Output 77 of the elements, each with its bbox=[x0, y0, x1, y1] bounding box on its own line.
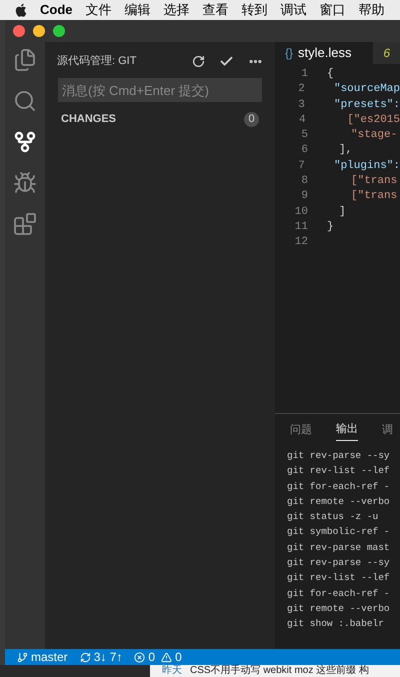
code-line: ], bbox=[339, 143, 352, 158]
line-number: 1 bbox=[300, 67, 308, 82]
output-line: git for-each-ref - bbox=[287, 586, 391, 601]
code-line: ["trans bbox=[351, 174, 398, 190]
panel-tab[interactable]: 输出 bbox=[336, 421, 358, 441]
error-icon bbox=[134, 652, 146, 662]
output-line: git rev-parse --sy bbox=[287, 556, 391, 570]
minimize-button[interactable] bbox=[33, 25, 45, 37]
tab-label: style.less bbox=[298, 44, 352, 62]
search-icon[interactable] bbox=[13, 89, 37, 113]
line-number: 2 bbox=[297, 82, 305, 98]
line-number: 12 bbox=[294, 235, 308, 250]
warning-count[interactable]: 0 bbox=[175, 648, 182, 666]
branch-name[interactable]: master bbox=[31, 648, 68, 666]
panel-tab[interactable]: 调 bbox=[382, 422, 393, 440]
line-number: 8 bbox=[300, 174, 308, 190]
bug-icon[interactable] bbox=[13, 171, 37, 195]
app-menu[interactable]: Code bbox=[40, 0, 72, 20]
refresh-icon[interactable] bbox=[192, 54, 205, 68]
count-badge: 0 bbox=[244, 112, 259, 126]
menu-item[interactable]: 转到 bbox=[242, 0, 268, 20]
output-line: git rev-parse mast bbox=[287, 540, 391, 555]
panel-tab[interactable]: 问题 bbox=[290, 422, 312, 440]
menu-item[interactable]: 窗口 bbox=[320, 0, 346, 20]
commit-message-field[interactable]: 消息(按 Cmd+Enter 提交) bbox=[58, 78, 262, 102]
date-label: 昨天 bbox=[162, 665, 182, 677]
changes-section-header[interactable]: CHANGES bbox=[61, 110, 244, 128]
line-number: 7 bbox=[297, 158, 305, 174]
code-line: "presets": bbox=[334, 98, 400, 113]
line-number: 6 bbox=[300, 143, 308, 158]
editor-tab[interactable]: {} style.less bbox=[275, 42, 374, 64]
code-editor[interactable]: 1 { 2 "sourceMap 3 "presets": 4 ["es2015 5 "stage- 6 ], 7 "plugins": 8 ["trans 9 ["trans 10 ] 11 } 12 bbox=[275, 64, 400, 413]
output-line: git rev-parse --sy bbox=[287, 449, 391, 463]
article-title: CSS不用手动写 webkit moz 这些前缀 构 bbox=[190, 665, 369, 677]
output-line: git remote --verbo bbox=[287, 494, 391, 509]
output-line: git show :.babelr bbox=[287, 617, 385, 632]
branch-icon bbox=[17, 652, 28, 662]
code-line: "stage- bbox=[351, 128, 398, 144]
menu-item[interactable]: 查看 bbox=[202, 0, 228, 20]
output-line: git rev-list --lef bbox=[287, 464, 391, 478]
sync-status[interactable]: 3↓ 7↑ bbox=[94, 648, 122, 666]
error-count[interactable]: 0 bbox=[148, 648, 156, 666]
zoom-button[interactable] bbox=[53, 25, 65, 37]
code-line: { bbox=[327, 67, 334, 82]
menu-item[interactable]: 帮助 bbox=[358, 0, 384, 20]
line-number: 9 bbox=[300, 189, 308, 204]
menu-item[interactable]: 选择 bbox=[164, 0, 190, 20]
code-line: "plugins": bbox=[334, 158, 400, 174]
sidebar-title: 源代码管理: GIT bbox=[57, 54, 138, 69]
close-button[interactable] bbox=[13, 25, 25, 37]
code-line: } bbox=[327, 220, 334, 235]
extensions-icon[interactable] bbox=[13, 212, 37, 236]
line-number: 4 bbox=[298, 112, 306, 128]
output-line: git symbolic-ref - bbox=[287, 525, 391, 540]
code-line: "sourceMap bbox=[334, 82, 400, 98]
menu-item[interactable]: 调试 bbox=[280, 0, 306, 20]
braces-icon: {} bbox=[285, 44, 294, 62]
output-line: git rev-list --lef bbox=[287, 571, 391, 586]
file-type-icon: 6 bbox=[383, 44, 390, 62]
sync-icon bbox=[80, 652, 91, 662]
line-number: 11 bbox=[294, 220, 308, 235]
code-line: ["trans bbox=[351, 189, 398, 204]
line-number: 10 bbox=[294, 204, 308, 220]
menu-item[interactable]: 文件 bbox=[86, 0, 112, 20]
output-line: git for-each-ref - bbox=[287, 480, 391, 494]
warning-icon bbox=[161, 652, 172, 662]
code-line: ["es2015 bbox=[347, 112, 400, 128]
output-line: git remote --verbo bbox=[287, 602, 391, 616]
line-number: 5 bbox=[300, 128, 308, 144]
source-control-icon[interactable] bbox=[13, 130, 37, 154]
editor-tab[interactable]: 6 bbox=[373, 42, 400, 64]
files-icon[interactable] bbox=[13, 48, 37, 72]
apple-logo-icon[interactable] bbox=[15, 3, 27, 17]
code-line: ] bbox=[339, 204, 346, 220]
menu-item[interactable]: 编辑 bbox=[124, 0, 150, 20]
line-number: 3 bbox=[297, 98, 305, 113]
output-line: git status -z -u bbox=[287, 510, 380, 524]
